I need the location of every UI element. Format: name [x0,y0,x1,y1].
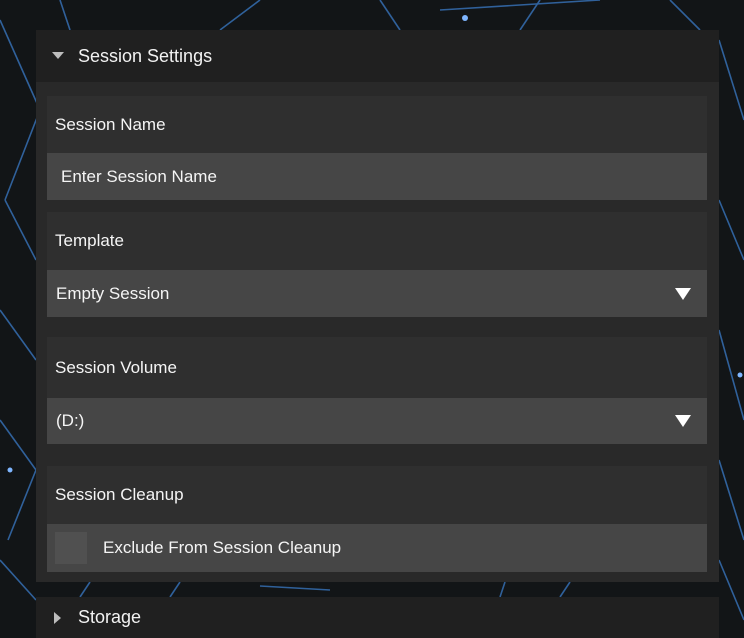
exclude-cleanup-row[interactable]: Exclude From Session Cleanup [47,524,707,572]
exclude-cleanup-checkbox-label: Exclude From Session Cleanup [103,538,342,557]
session-name-label: Session Name [47,96,707,153]
template-selected-value: Empty Session [56,283,170,303]
session-name-input[interactable]: Enter Session Name [47,153,707,200]
triangle-down-icon [675,287,691,300]
caret-down-icon [52,52,64,60]
template-dropdown[interactable]: Empty Session [47,270,707,317]
session-volume-label: Session Volume [47,337,707,398]
session-name-placeholder: Enter Session Name [61,166,217,186]
session-volume-dropdown[interactable]: (D:) [47,398,707,444]
storage-title: Storage [78,607,142,627]
triangle-down-icon [675,415,691,427]
exclude-cleanup-checkbox[interactable] [55,532,87,564]
session-settings-header[interactable]: Session Settings [36,30,719,82]
session-cleanup-label: Session Cleanup [47,466,707,524]
storage-header[interactable]: Storage [36,597,719,638]
template-label: Template [47,212,707,270]
caret-right-icon [52,611,64,624]
session-settings-title: Session Settings [78,45,213,66]
session-volume-selected-value: (D:) [56,411,85,430]
